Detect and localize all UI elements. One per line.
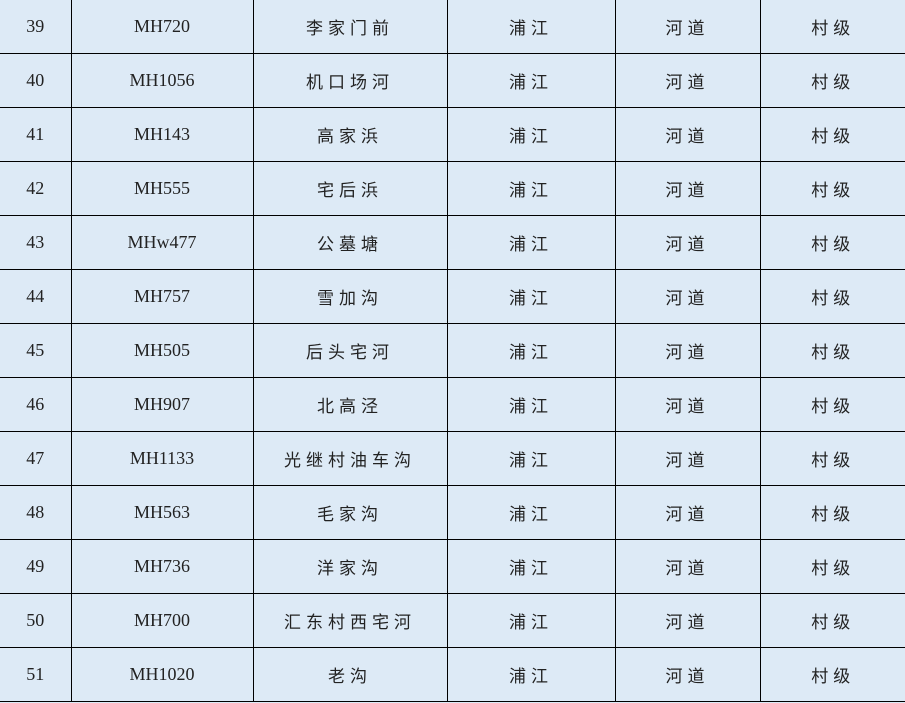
water-type: 河道: [614, 269, 761, 324]
river-name: 宅后浜: [252, 161, 448, 216]
management-level: 村级: [759, 0, 905, 54]
town-name: 浦江: [446, 0, 616, 54]
water-type: 河道: [614, 485, 761, 540]
river-code: MH1056: [70, 53, 254, 108]
town-name: 浦江: [446, 377, 616, 432]
river-name: 洋家沟: [252, 539, 448, 594]
river-code: MH736: [70, 539, 254, 594]
river-name: 汇东村西宅河: [252, 593, 448, 648]
table-row: 50 MH700 汇东村西宅河 浦江 河道 村级: [0, 593, 905, 648]
river-code: MH700: [70, 593, 254, 648]
water-type: 河道: [614, 647, 761, 702]
table-row: 40 MH1056 机口场河 浦江 河道 村级: [0, 53, 905, 108]
town-name: 浦江: [446, 431, 616, 486]
water-type: 河道: [614, 107, 761, 162]
management-level: 村级: [759, 53, 905, 108]
river-name: 北高泾: [252, 377, 448, 432]
management-level: 村级: [759, 107, 905, 162]
table-row: 43 MHw477 公墓塘 浦江 河道 村级: [0, 215, 905, 270]
town-name: 浦江: [446, 53, 616, 108]
town-name: 浦江: [446, 485, 616, 540]
water-type: 河道: [614, 431, 761, 486]
row-number: 49: [0, 539, 72, 594]
river-name: 机口场河: [252, 53, 448, 108]
river-code: MH1020: [70, 647, 254, 702]
water-type: 河道: [614, 323, 761, 378]
river-name: 高家浜: [252, 107, 448, 162]
river-code: MH563: [70, 485, 254, 540]
water-type: 河道: [614, 161, 761, 216]
row-number: 51: [0, 647, 72, 702]
river-table: 39 MH720 李家门前 浦江 河道 村级 40 MH1056 机口场河 浦江…: [0, 0, 905, 702]
table-row: 48 MH563 毛家沟 浦江 河道 村级: [0, 485, 905, 540]
water-type: 河道: [614, 0, 761, 54]
row-number: 42: [0, 161, 72, 216]
river-code: MH555: [70, 161, 254, 216]
table-row: 46 MH907 北高泾 浦江 河道 村级: [0, 377, 905, 432]
river-name: 公墓塘: [252, 215, 448, 270]
row-number: 43: [0, 215, 72, 270]
river-name: 老沟: [252, 647, 448, 702]
row-number: 45: [0, 323, 72, 378]
town-name: 浦江: [446, 647, 616, 702]
management-level: 村级: [759, 485, 905, 540]
water-type: 河道: [614, 215, 761, 270]
row-number: 41: [0, 107, 72, 162]
table-row: 45 MH505 后头宅河 浦江 河道 村级: [0, 323, 905, 378]
river-name: 后头宅河: [252, 323, 448, 378]
table-row: 42 MH555 宅后浜 浦江 河道 村级: [0, 161, 905, 216]
management-level: 村级: [759, 323, 905, 378]
table-row: 39 MH720 李家门前 浦江 河道 村级: [0, 0, 905, 54]
town-name: 浦江: [446, 161, 616, 216]
river-code: MH505: [70, 323, 254, 378]
river-name: 雪加沟: [252, 269, 448, 324]
row-number: 39: [0, 0, 72, 54]
river-code: MHw477: [70, 215, 254, 270]
row-number: 47: [0, 431, 72, 486]
table-row: 47 MH1133 光继村油车沟 浦江 河道 村级: [0, 431, 905, 486]
river-code: MH757: [70, 269, 254, 324]
row-number: 46: [0, 377, 72, 432]
table-row: 41 MH143 高家浜 浦江 河道 村级: [0, 107, 905, 162]
water-type: 河道: [614, 377, 761, 432]
water-type: 河道: [614, 539, 761, 594]
town-name: 浦江: [446, 215, 616, 270]
management-level: 村级: [759, 215, 905, 270]
river-name: 李家门前: [252, 0, 448, 54]
water-type: 河道: [614, 53, 761, 108]
row-number: 44: [0, 269, 72, 324]
town-name: 浦江: [446, 323, 616, 378]
row-number: 48: [0, 485, 72, 540]
river-code: MH907: [70, 377, 254, 432]
river-code: MH143: [70, 107, 254, 162]
table-row: 49 MH736 洋家沟 浦江 河道 村级: [0, 539, 905, 594]
management-level: 村级: [759, 269, 905, 324]
town-name: 浦江: [446, 539, 616, 594]
management-level: 村级: [759, 593, 905, 648]
town-name: 浦江: [446, 269, 616, 324]
town-name: 浦江: [446, 107, 616, 162]
management-level: 村级: [759, 161, 905, 216]
river-table-body: 39 MH720 李家门前 浦江 河道 村级 40 MH1056 机口场河 浦江…: [0, 0, 905, 702]
river-name: 光继村油车沟: [252, 431, 448, 486]
row-number: 40: [0, 53, 72, 108]
river-name: 毛家沟: [252, 485, 448, 540]
water-type: 河道: [614, 593, 761, 648]
management-level: 村级: [759, 431, 905, 486]
row-number: 50: [0, 593, 72, 648]
river-code: MH1133: [70, 431, 254, 486]
management-level: 村级: [759, 539, 905, 594]
table-row: 51 MH1020 老沟 浦江 河道 村级: [0, 647, 905, 702]
management-level: 村级: [759, 647, 905, 702]
river-code: MH720: [70, 0, 254, 54]
management-level: 村级: [759, 377, 905, 432]
table-row: 44 MH757 雪加沟 浦江 河道 村级: [0, 269, 905, 324]
town-name: 浦江: [446, 593, 616, 648]
